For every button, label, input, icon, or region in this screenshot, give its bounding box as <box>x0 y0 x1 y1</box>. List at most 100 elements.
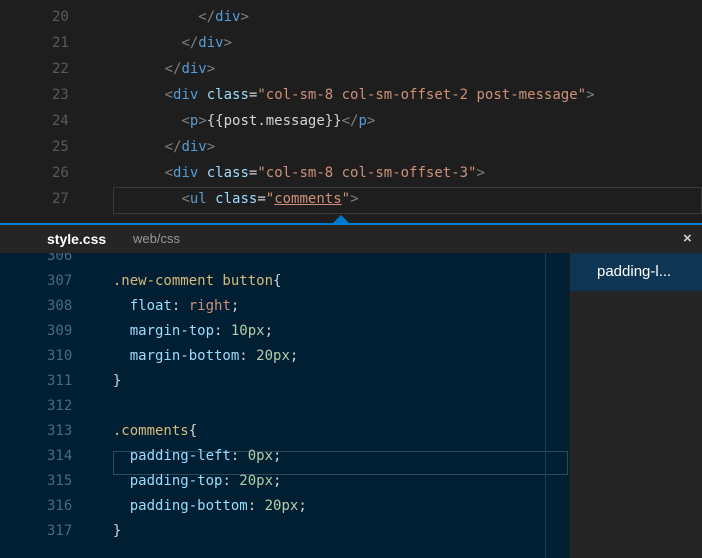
token: { <box>188 423 198 439</box>
token: padding-top <box>129 473 223 489</box>
token: < <box>181 113 190 129</box>
token: div <box>198 35 224 51</box>
code-line[interactable]: 311 } <box>0 369 569 393</box>
line-code: } <box>96 369 121 393</box>
peek-editor[interactable]: 306 307 .new-comment button{308 float: ri… <box>0 253 569 558</box>
code-line[interactable]: 24 <p>{{post.message}}</p> <box>0 109 702 133</box>
token: </ <box>181 35 199 51</box>
token: 10px <box>230 323 265 339</box>
token: div <box>173 165 199 181</box>
token: </ <box>164 139 182 155</box>
token: </ <box>164 61 182 77</box>
code-line[interactable]: 317 } <box>0 519 569 543</box>
code-line[interactable]: 26 <div class="col-sm-8 col-sm-offset-3"… <box>0 161 702 185</box>
line-code: .new-comment button{ <box>96 269 282 293</box>
token: margin-top <box>129 323 215 339</box>
token: class <box>215 191 258 207</box>
line-number: 306 <box>47 253 73 264</box>
code-line[interactable]: 310 margin-bottom: 20px; <box>0 344 569 368</box>
token: < <box>164 165 174 181</box>
token: < <box>164 87 174 103</box>
line-number: 316 <box>47 498 73 514</box>
token: comments <box>274 191 342 207</box>
token: .new-comment button <box>112 273 274 289</box>
token: 20px <box>264 498 299 514</box>
token: : <box>239 348 257 364</box>
token: = <box>257 191 266 207</box>
code-line[interactable]: 312 <box>0 394 569 418</box>
reference-item[interactable]: padding-l... <box>570 253 702 291</box>
peek-file-name[interactable]: style.css <box>47 225 106 253</box>
token: 20px <box>239 473 274 489</box>
line-code: </div> <box>114 135 216 159</box>
line-code: float: right; <box>96 294 240 318</box>
code-line[interactable]: 314 padding-left: 0px; <box>0 444 569 468</box>
line-number: 21 <box>52 35 69 51</box>
token: ; <box>273 448 282 464</box>
code-line[interactable]: 316 padding-bottom: 20px; <box>0 494 569 518</box>
code-line[interactable]: 309 margin-top: 10px; <box>0 319 569 343</box>
token: { <box>273 273 282 289</box>
line-code: margin-bottom: 20px; <box>96 344 299 368</box>
code-line[interactable]: 25 </div> <box>0 135 702 159</box>
line-number: 312 <box>47 398 73 414</box>
token: ; <box>273 473 282 489</box>
token: .comments <box>112 423 189 439</box>
code-line[interactable]: 308 float: right; <box>0 294 569 318</box>
line-code: </div> <box>114 5 249 29</box>
token: > <box>476 165 485 181</box>
peek-scrollbar[interactable] <box>545 253 546 558</box>
token: padding-left <box>129 448 231 464</box>
line-code: <div class="col-sm-8 col-sm-offset-3"> <box>114 161 485 185</box>
code-line[interactable]: 23 <div class="col-sm-8 col-sm-offset-2 … <box>0 83 702 107</box>
peek-pointer-arrow <box>333 215 349 223</box>
token: class <box>206 165 249 181</box>
code-line[interactable]: 22 </div> <box>0 57 702 81</box>
code-line[interactable]: 21 </div> <box>0 31 702 55</box>
code-line[interactable]: 306 <box>0 253 569 268</box>
line-number: 25 <box>52 139 69 155</box>
code-line[interactable]: 20 </div> <box>0 5 702 29</box>
code-line[interactable]: 27 <ul class="comments"> <box>0 187 702 211</box>
close-icon[interactable]: × <box>683 225 692 253</box>
token: div <box>181 61 207 77</box>
line-code: margin-top: 10px; <box>96 319 273 343</box>
main-editor[interactable]: 20 </div> 21 </div> 22 </div> 23 <div class… <box>0 0 702 215</box>
token: < <box>181 191 190 207</box>
token: > <box>366 113 376 129</box>
token: > <box>206 139 216 155</box>
line-code: </div> <box>114 57 216 81</box>
token: 20px <box>256 348 290 364</box>
line-code: padding-left: 0px; <box>96 444 282 468</box>
line-number: 26 <box>52 165 69 181</box>
token: </ <box>198 9 216 25</box>
token: div <box>215 9 241 25</box>
token: : <box>222 473 240 489</box>
line-code: } <box>96 519 121 543</box>
line-code: .comments{ <box>96 419 197 443</box>
token: class <box>206 87 249 103</box>
token: 0px <box>247 448 274 464</box>
token: div <box>173 87 199 103</box>
peek-file-path: web/css <box>133 231 180 246</box>
token: ; <box>264 323 274 339</box>
token: > <box>586 87 595 103</box>
line-code: <ul class="comments"> <box>114 187 358 211</box>
line-code: <div class="col-sm-8 col-sm-offset-2 pos… <box>114 83 595 107</box>
code-line[interactable]: 315 padding-top: 20px; <box>0 469 569 493</box>
line-code: <p>{{post.message}}</p> <box>114 109 375 133</box>
token: ul <box>189 191 207 207</box>
token: : <box>171 298 189 314</box>
token: padding-bottom <box>129 498 248 514</box>
line-number: 314 <box>47 448 73 464</box>
code-line[interactable]: 313 .comments{ <box>0 419 569 443</box>
token: } <box>112 523 122 539</box>
line-number: 310 <box>47 348 73 364</box>
token: ; <box>298 498 307 514</box>
code-line[interactable]: 307 .new-comment button{ <box>0 269 569 293</box>
token: > <box>240 9 249 25</box>
line-number: 24 <box>52 113 69 129</box>
